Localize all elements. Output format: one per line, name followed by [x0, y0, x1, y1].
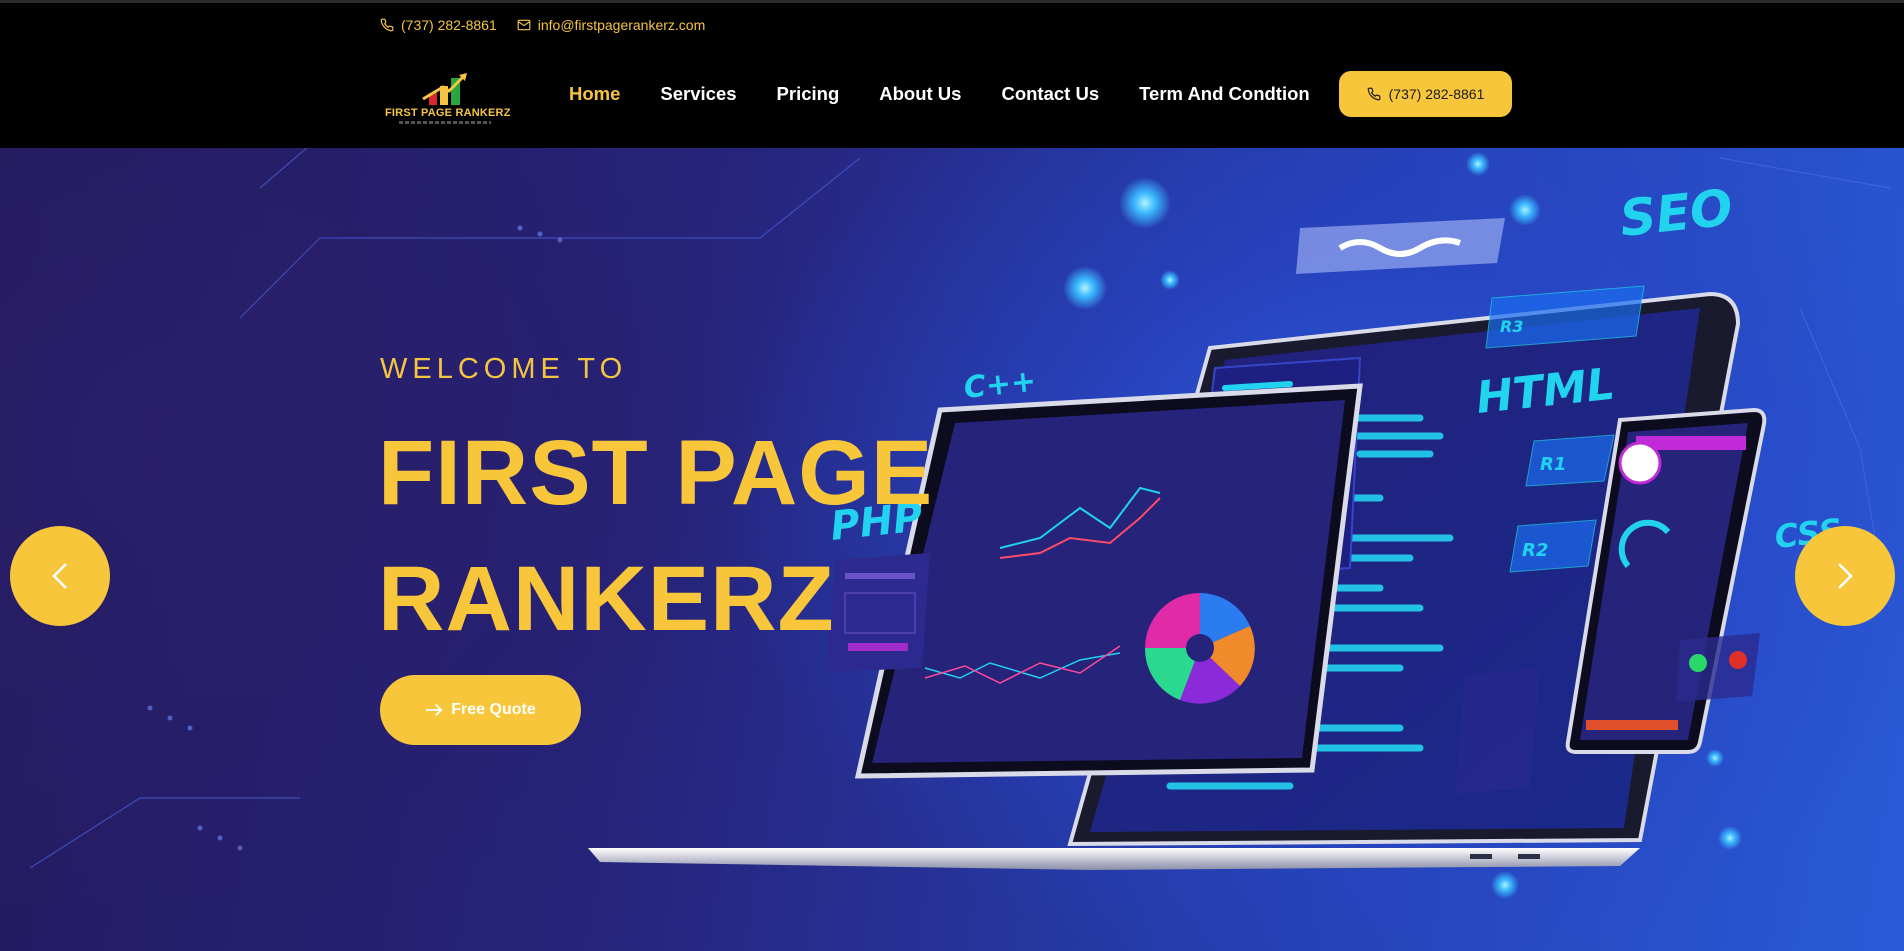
- call-button[interactable]: (737) 282-8861: [1339, 71, 1512, 117]
- header-phone-text: (737) 282-8861: [401, 17, 497, 33]
- svg-text:R2: R2: [1522, 540, 1548, 561]
- hero-slider: SEO HTML C++ PHP CSS R1 R2 R3 WELCOME TO…: [0, 148, 1904, 951]
- header-email-text: info@firstpagerankerz.com: [537, 17, 706, 33]
- nav-pricing[interactable]: Pricing: [777, 83, 840, 105]
- call-button-label: (737) 282-8861: [1388, 86, 1485, 102]
- main-nav: Home Services Pricing About Us Contact U…: [569, 83, 1310, 105]
- hero-illustration: SEO HTML C++ PHP CSS R1 R2 R3: [29, 148, 1891, 899]
- hero-kicker: WELCOME TO: [380, 353, 628, 385]
- chevron-left-icon: [52, 563, 67, 589]
- site-logo[interactable]: FIRST PAGE RANKERZ: [385, 69, 511, 129]
- pie-graphic: [1144, 593, 1255, 704]
- chevron-right-icon: [1838, 563, 1853, 589]
- free-quote-button[interactable]: Free Quote: [380, 675, 581, 745]
- slider-next-button[interactable]: [1795, 526, 1895, 626]
- nav-about-us[interactable]: About Us: [879, 83, 961, 105]
- svg-text:R3: R3: [1500, 317, 1523, 336]
- logo-text: FIRST PAGE RANKERZ: [385, 107, 511, 119]
- nav-home[interactable]: Home: [569, 83, 620, 105]
- svg-text:R1: R1: [1540, 454, 1566, 475]
- hero-title-line-2: RANKERZ: [378, 548, 835, 650]
- hero-title-line-1: FIRST PAGE: [378, 422, 934, 524]
- slider-prev-button[interactable]: [10, 526, 110, 626]
- nav-terms[interactable]: Term And Condtion: [1139, 83, 1310, 105]
- nav-services[interactable]: Services: [660, 83, 736, 105]
- phone-icon: [380, 18, 394, 32]
- arrow-right-icon: [426, 703, 443, 717]
- logo-tagline: [399, 121, 491, 124]
- svg-text:SEO: SEO: [1617, 178, 1735, 247]
- mail-icon: [517, 19, 531, 31]
- contact-bar: (737) 282-8861 info@firstpagerankerz.com: [380, 17, 705, 33]
- phone-icon: [1367, 87, 1381, 101]
- header-email-link[interactable]: info@firstpagerankerz.com: [517, 17, 706, 33]
- site-header: (737) 282-8861 info@firstpagerankerz.com…: [0, 0, 1904, 148]
- nav-contact-us[interactable]: Contact Us: [1001, 83, 1099, 105]
- header-phone-link[interactable]: (737) 282-8861: [380, 17, 497, 33]
- svg-text:C++: C++: [962, 364, 1038, 406]
- hero-title: FIRST PAGE RANKERZ: [378, 410, 933, 662]
- logo-graphic: [422, 73, 467, 105]
- free-quote-label: Free Quote: [451, 701, 536, 718]
